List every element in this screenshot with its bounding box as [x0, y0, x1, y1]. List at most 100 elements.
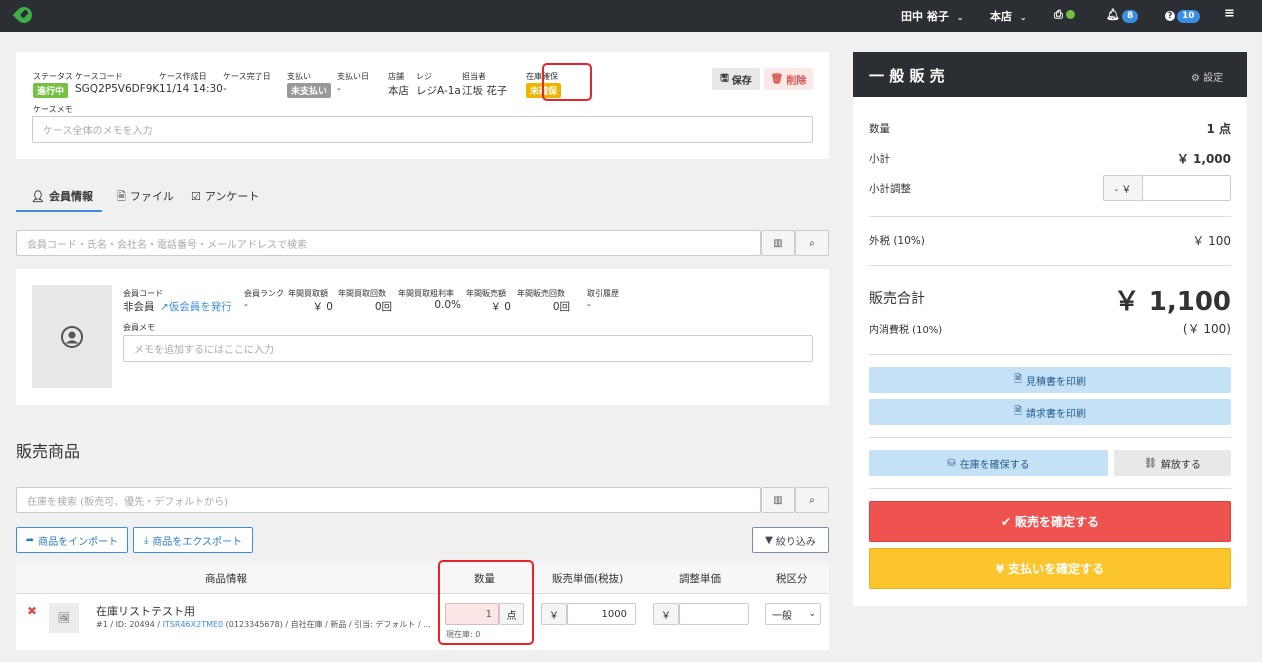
buy-count-value: 0回 [374, 301, 392, 313]
image-icon: 🖼︎ [57, 612, 71, 624]
print-estimate-button[interactable]: 🗎︎ 見積書を印刷 [869, 367, 1231, 393]
chevron-down-icon: ⌄ [808, 609, 816, 619]
import-products-button[interactable]: ➦ 商品をインポート [16, 527, 128, 553]
price-input[interactable]: 1000 [567, 603, 636, 625]
sale-count-value: 0回 [552, 301, 570, 313]
checkbox-icon: ☑︎ [191, 190, 201, 203]
question-icon: ? [1165, 11, 1175, 21]
barcode-scan-button[interactable]: ▥ [761, 487, 795, 513]
summary-qty-value: 1 点 [1206, 122, 1231, 136]
created-label: ケース作成日 [159, 72, 207, 81]
search-icon: ⌕ [809, 494, 815, 506]
trash-icon: 🗑︎ [770, 73, 784, 85]
gear-icon: ⚙ [1191, 73, 1200, 84]
payment-label: 支払い [287, 72, 311, 81]
adjust-currency: ￥ [653, 603, 679, 625]
export-products-button[interactable]: ⤓ 商品をエクスポート [133, 527, 253, 553]
user-name: 田中 裕子 [901, 10, 949, 23]
chevron-down-icon: ⌄ [1019, 13, 1027, 22]
member-code-value: 非会員 [123, 301, 155, 313]
chevron-down-icon: ⌄ [956, 13, 964, 22]
stock-search-button[interactable]: ⌕ [795, 487, 829, 513]
member-search-input[interactable]: 会員コード・氏名・会社名・電話番号・メールアドレスで検索 [16, 230, 761, 256]
member-code-label: 会員コード [123, 289, 163, 298]
member-memo-label: 会員メモ [123, 323, 155, 332]
buy-margin-value: 0.0% [434, 299, 461, 311]
summary-adjust-label: 小計調整 [869, 183, 911, 195]
divider [869, 437, 1231, 438]
summary-inner-tax-label: 内消費税 (10%) [869, 325, 943, 336]
bell-icon: 🔔︎ [1106, 8, 1120, 21]
rank-label: 会員ランク [244, 289, 284, 298]
divider [869, 265, 1231, 266]
col-price: 販売単価(税抜) [552, 573, 624, 585]
delete-button[interactable]: 🗑︎ 削除 [764, 68, 813, 90]
filter-button[interactable]: ▼ 絞り込み [752, 527, 829, 553]
rank-value: - [244, 299, 248, 311]
issue-temp-member-link[interactable]: ↗仮会員を発行 [160, 299, 232, 314]
file-icon: 🗎︎ [117, 190, 126, 203]
store-label: 店舗 [388, 72, 404, 81]
app-logo[interactable] [12, 3, 36, 27]
case-memo-input[interactable]: ケース全体のメモを入力 [32, 116, 813, 143]
divider [869, 354, 1231, 355]
status-dot-icon [1065, 10, 1075, 19]
save-button[interactable]: 🖫︎ 保存 [712, 68, 760, 90]
col-adjust: 調整単価 [679, 573, 721, 585]
barcode-scan-button[interactable]: ▥ [761, 230, 795, 256]
summary-settings-button[interactable]: ⚙ 設定 [1191, 69, 1223, 84]
case-memo-label: ケースメモ [33, 105, 73, 114]
pdf-icon: 🗎︎ [1013, 405, 1023, 417]
store-menu[interactable]: 本店 ⌄ [990, 8, 1027, 24]
summary-subtotal-value: ￥ 1,000 [1176, 152, 1231, 166]
adjust-price-input[interactable] [679, 603, 749, 625]
stock-search-input[interactable]: 在庫を検索 (販売可、優先・デフォルトから) [16, 487, 761, 513]
completed-label: ケース完了日 [223, 72, 271, 81]
tax-select[interactable]: 一般 ⌄ [765, 603, 821, 625]
user-menu[interactable]: 田中 裕子 ⌄ [901, 8, 963, 24]
register-label: レジ [416, 72, 432, 81]
product-thumbnail: 🖼︎ [49, 603, 79, 633]
unlink-icon: ⛓︎ [1144, 457, 1157, 469]
summary-tax-label: 外税 (10%) [869, 235, 925, 247]
product-code-link[interactable]: ITSR46X2TME0 [163, 620, 224, 629]
product-name: 在庫リストテスト用 [96, 605, 195, 618]
help-badge: 10 [1177, 10, 1200, 23]
highlight-stock-reserve [542, 63, 592, 101]
tab-member-info[interactable]: 👤︎ 会員情報 [31, 188, 93, 204]
summary-subtotal-label: 小計 [869, 153, 890, 165]
confirm-payment-button[interactable]: ¥ 支払いを確定する [869, 548, 1231, 589]
adjust-prefix: - ￥ [1103, 175, 1143, 201]
user-icon: 👤︎ [31, 190, 45, 203]
hamburger-menu-icon[interactable]: ≡ [1224, 6, 1235, 21]
notifications-badge: 8 [1121, 10, 1139, 23]
status-badge: 進行中 [33, 83, 69, 98]
release-button[interactable]: ⛓︎ 解放する [1114, 450, 1231, 476]
buy-amount-label: 年間買取額 [288, 289, 328, 298]
confirm-sale-button[interactable]: ✔ 販売を確定する [869, 501, 1231, 542]
reserve-stock-button[interactable]: ⛁ 在庫を確保する [869, 450, 1108, 476]
member-memo-input[interactable]: メモを追加するにはここに入力 [123, 335, 813, 362]
summary-tax-value: ￥ 100 [1192, 234, 1231, 248]
tab-file[interactable]: 🗎︎ ファイル [117, 188, 174, 207]
summary-total-label: 販売合計 [869, 291, 925, 307]
payment-badge: 未支払い [287, 83, 332, 98]
share-arrow-icon: ➦ [25, 534, 35, 546]
print-invoice-button[interactable]: 🗎︎ 請求書を印刷 [869, 399, 1231, 425]
remove-row-icon[interactable]: ✖ [27, 604, 37, 618]
active-tab-indicator [16, 210, 102, 212]
filter-icon: ▼ [765, 534, 773, 546]
help-button[interactable]: ? 10 [1165, 8, 1200, 23]
pdf-icon: 🗎︎ [1013, 373, 1023, 385]
tab-survey[interactable]: ☑︎ アンケート [191, 188, 259, 204]
history-label: 取引履歴 [587, 289, 619, 298]
paid-date-label: 支払い日 [337, 72, 369, 81]
save-icon: 🖫︎ [720, 72, 729, 84]
case-code-value: SGQ2P5V6DF9K [75, 83, 160, 95]
check-icon: ✔ [1000, 514, 1012, 529]
member-search-button[interactable]: ⌕ [795, 230, 829, 256]
printer-status[interactable]: ⎙ [1054, 8, 1075, 22]
subtotal-adjust-input[interactable] [1142, 175, 1231, 201]
store-name: 本店 [990, 10, 1012, 23]
notifications-button[interactable]: 🔔︎ 8 [1106, 8, 1139, 23]
